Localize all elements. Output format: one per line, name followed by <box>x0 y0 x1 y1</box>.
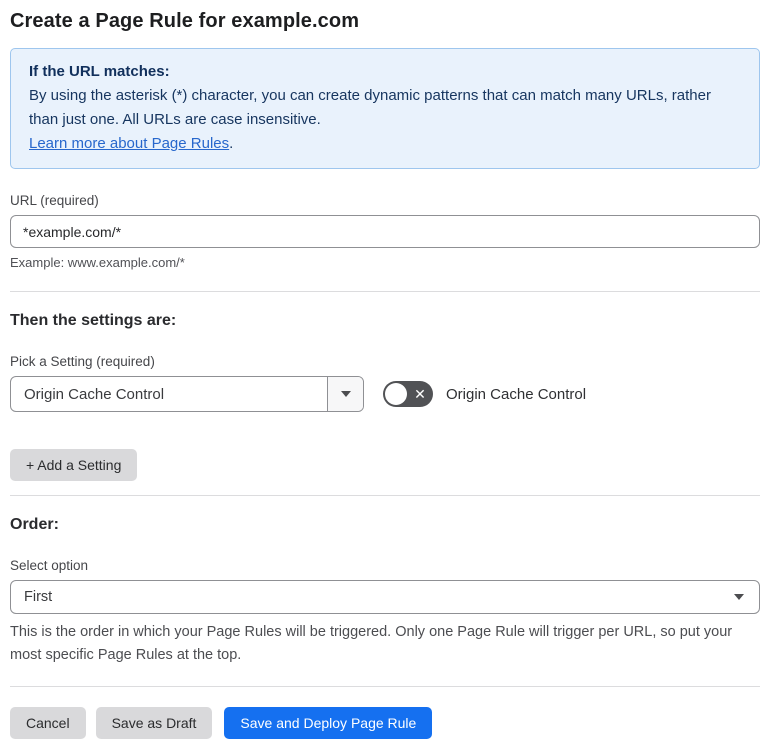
save-as-draft-button[interactable]: Save as Draft <box>95 707 213 739</box>
info-box-heading: If the URL matches: <box>29 63 170 80</box>
settings-section-heading: Then the settings are: <box>10 312 177 329</box>
divider <box>10 495 760 496</box>
url-label: URL (required) <box>10 193 99 208</box>
info-box-link-line: Learn more about Page Rules. <box>29 132 741 156</box>
divider <box>10 291 760 292</box>
pick-setting-label: Pick a Setting (required) <box>10 354 155 369</box>
divider <box>10 686 760 687</box>
url-match-info-box: If the URL matches: By using the asteris… <box>10 48 760 169</box>
link-suffix: . <box>229 135 234 152</box>
footer-actions: Cancel Save as Draft Save and Deploy Pag… <box>10 707 760 739</box>
select-option-label: Select option <box>10 558 89 573</box>
add-setting-button[interactable]: + Add a Setting <box>10 449 138 481</box>
toggle-knob <box>385 383 407 405</box>
origin-cache-control-toggle[interactable]: ✕ <box>383 381 433 407</box>
save-and-deploy-button[interactable]: Save and Deploy Page Rule <box>224 707 433 739</box>
setting-row: Origin Cache Control ✕ Origin Cache Cont… <box>10 376 760 412</box>
order-helper-text: This is the order in which your Page Rul… <box>10 624 733 663</box>
learn-more-link[interactable]: Learn more about Page Rules <box>29 135 229 152</box>
toggle-label: Origin Cache Control <box>446 385 587 403</box>
setting-select-value: Origin Cache Control <box>24 385 165 403</box>
chevron-down-icon <box>340 391 351 397</box>
info-box-body: By using the asterisk (*) character, you… <box>29 87 711 128</box>
toggle-off-x-icon: ✕ <box>414 386 426 402</box>
order-select-value: First <box>24 589 53 605</box>
url-example-helper: Example: www.example.com/* <box>10 255 185 270</box>
order-select-arrow <box>719 581 759 613</box>
setting-select[interactable]: Origin Cache Control <box>10 376 364 412</box>
create-page-rule-form: Create a Page Rule for example.com If th… <box>0 0 770 739</box>
page-title: Create a Page Rule for example.com <box>10 10 360 32</box>
cancel-button[interactable]: Cancel <box>10 707 86 739</box>
order-section-heading: Order: <box>10 516 59 533</box>
url-input[interactable] <box>10 215 760 248</box>
order-select[interactable]: First <box>10 580 760 614</box>
setting-select-arrow-segment <box>327 377 363 411</box>
chevron-down-icon <box>734 594 744 600</box>
